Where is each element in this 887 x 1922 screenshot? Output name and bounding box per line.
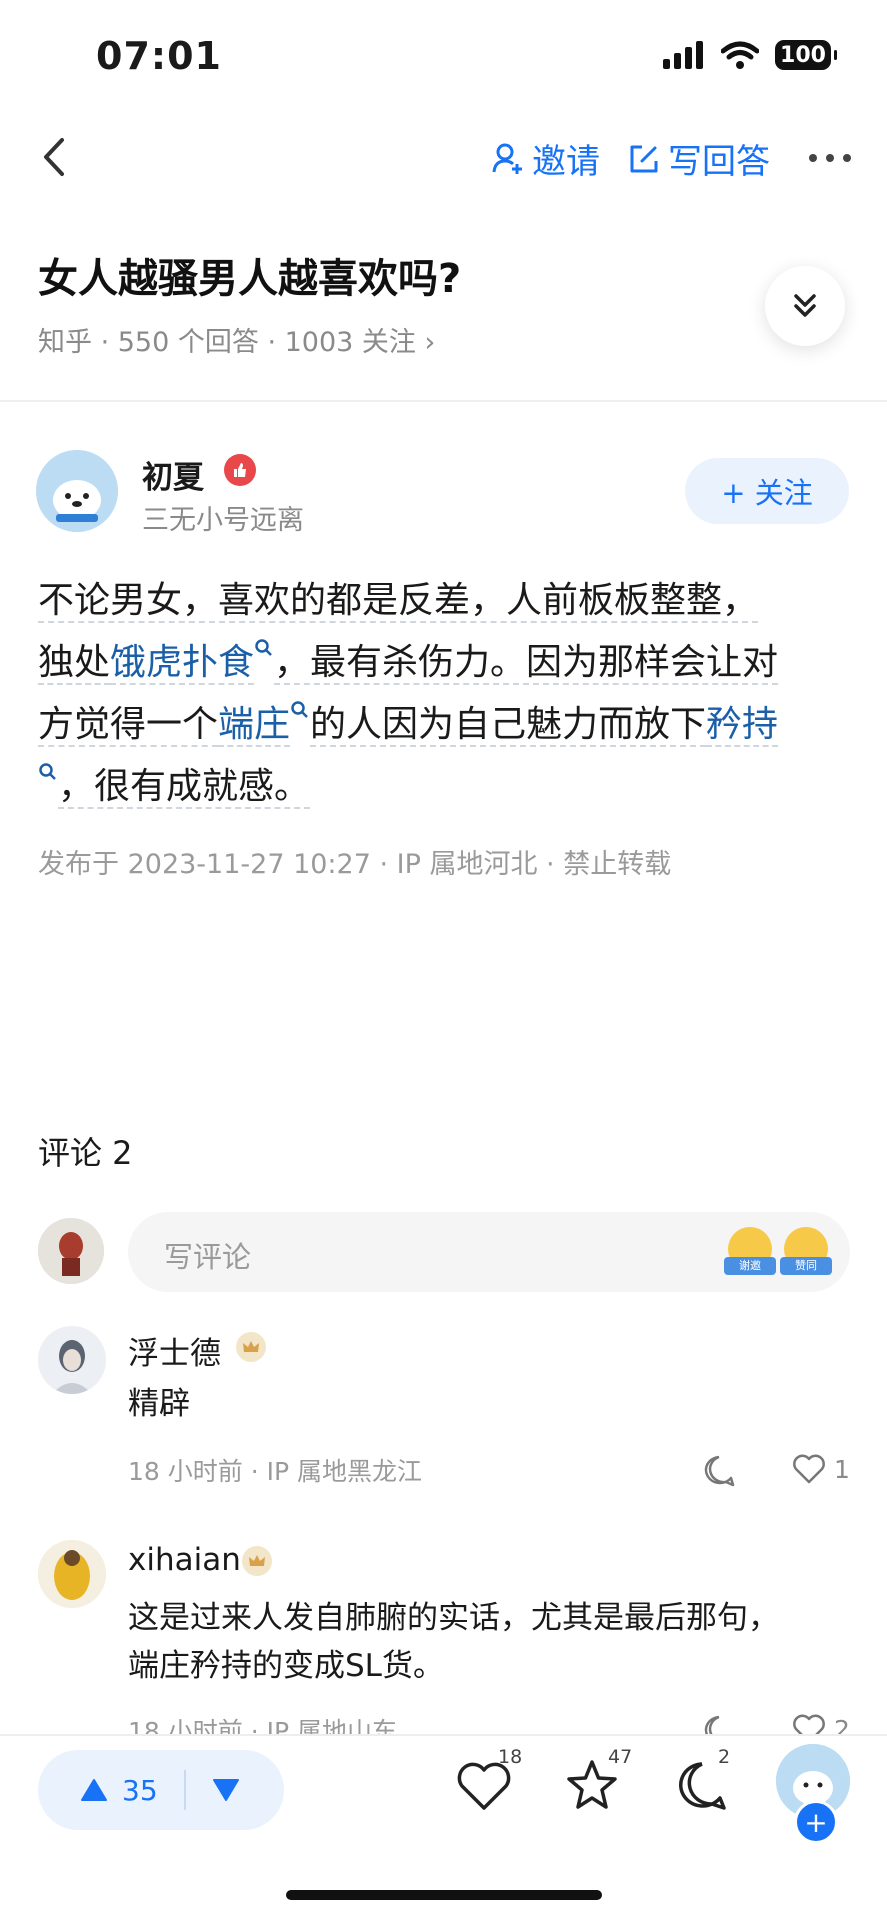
add-plus-icon[interactable]: +	[794, 1800, 838, 1844]
answer-text: 方觉得一个	[38, 704, 219, 747]
edit-icon	[630, 145, 658, 172]
search-icon[interactable]	[290, 700, 310, 720]
status-icons: 100	[663, 40, 837, 70]
upvote-button[interactable]: 35	[38, 1774, 158, 1807]
vote-control: 35	[38, 1750, 284, 1830]
keyword-link[interactable]: 饿虎扑食	[110, 642, 255, 685]
author-name[interactable]: 初夏	[142, 452, 204, 497]
comment-meta: 18 小时前 · IP 属地黑龙江	[128, 1457, 422, 1486]
search-icon[interactable]	[38, 762, 58, 782]
comment-avatar[interactable]	[38, 1540, 106, 1608]
status-time: 07:01	[96, 34, 222, 78]
double-chevron-down-icon	[794, 294, 816, 317]
answer-content: 不论男女，喜欢的都是反差，人前板板整整， 独处饿虎扑食 ，最有杀伤力。因为那样会让…	[38, 570, 858, 818]
answer-text: 不论男女，喜欢的都是反差，人前板板整整，	[38, 580, 759, 623]
comment-text: 精辟	[128, 1386, 190, 1422]
comment-avatar[interactable]	[38, 1326, 106, 1394]
comments-count: 2	[718, 1746, 731, 1768]
write-answer-label: 写回答	[668, 142, 770, 182]
my-avatar	[38, 1218, 104, 1284]
wifi-icon	[721, 41, 759, 69]
keyword-link[interactable]: 端庄	[218, 704, 291, 747]
comment-input[interactable]: 写评论 谢邀 赞同	[128, 1212, 850, 1292]
answer-text: ，很有成就感。	[58, 766, 311, 809]
divider	[0, 400, 887, 402]
invite-label: 邀请	[532, 142, 600, 182]
more-options-icon[interactable]	[807, 138, 853, 178]
emoji-agree-icon[interactable]: 赞同	[780, 1227, 832, 1275]
comment-author-name[interactable]: 浮士德	[128, 1328, 221, 1373]
comments-title: 评论 2	[38, 1134, 133, 1172]
answer-text: 独处	[38, 642, 111, 685]
comment-like-count: 1	[834, 1454, 850, 1484]
follow-button[interactable]: + 关注	[685, 458, 849, 524]
back-arrow-icon[interactable]	[34, 132, 74, 182]
home-indicator	[286, 1890, 602, 1900]
author-avatar[interactable]	[36, 450, 118, 532]
favorites-count: 47	[608, 1746, 633, 1768]
write-answer-button[interactable]: 写回答	[628, 134, 770, 183]
question-title[interactable]: 女人越骚男人越喜欢吗?	[38, 246, 461, 304]
crown-badge-icon	[242, 1546, 272, 1576]
author-bio: 三无小号远离	[142, 505, 304, 536]
emoji-agree-label: 赞同	[780, 1257, 832, 1275]
cellular-signal-icon	[663, 41, 703, 69]
battery-indicator: 100	[775, 40, 837, 70]
author-badge-icon	[224, 454, 256, 486]
upvote-count: 35	[122, 1773, 158, 1807]
emoji-thanks-icon[interactable]: 谢邀	[724, 1227, 776, 1275]
likes-count: 18	[498, 1746, 523, 1768]
question-meta[interactable]: 知乎 · 550 个回答 · 1003 关注 ›	[38, 320, 435, 359]
search-icon[interactable]	[254, 638, 274, 658]
crown-badge-icon	[236, 1332, 266, 1362]
answer-text: 的人因为自己魅力而放下	[310, 704, 707, 747]
emoji-thanks-label: 谢邀	[724, 1257, 776, 1275]
upvote-triangle-icon	[81, 1779, 107, 1801]
invite-person-icon	[492, 143, 522, 174]
downvote-button[interactable]	[212, 1778, 240, 1802]
invite-button[interactable]: 邀请	[492, 134, 600, 183]
heart-icon	[793, 1454, 825, 1484]
collapse-button[interactable]	[765, 266, 845, 346]
answer-text: ，最有杀伤力。因为那样会让对	[274, 642, 779, 685]
comment-input-placeholder: 写评论	[164, 1240, 252, 1274]
vote-divider	[183, 1770, 186, 1810]
comment-text: 这是过来人发自肺腑的实话，尤其是最后那句，端庄矜持的变成SL货。	[128, 1600, 779, 1684]
comment-like-button[interactable]: 1	[792, 1454, 850, 1484]
reply-icon[interactable]	[702, 1454, 736, 1488]
publish-info: 发布于 2023-11-27 10:27 · IP 属地河北 · 禁止转载	[38, 849, 672, 880]
comment-author-name[interactable]: xihaian	[128, 1542, 241, 1578]
keyword-link[interactable]: 矜持	[706, 704, 779, 747]
